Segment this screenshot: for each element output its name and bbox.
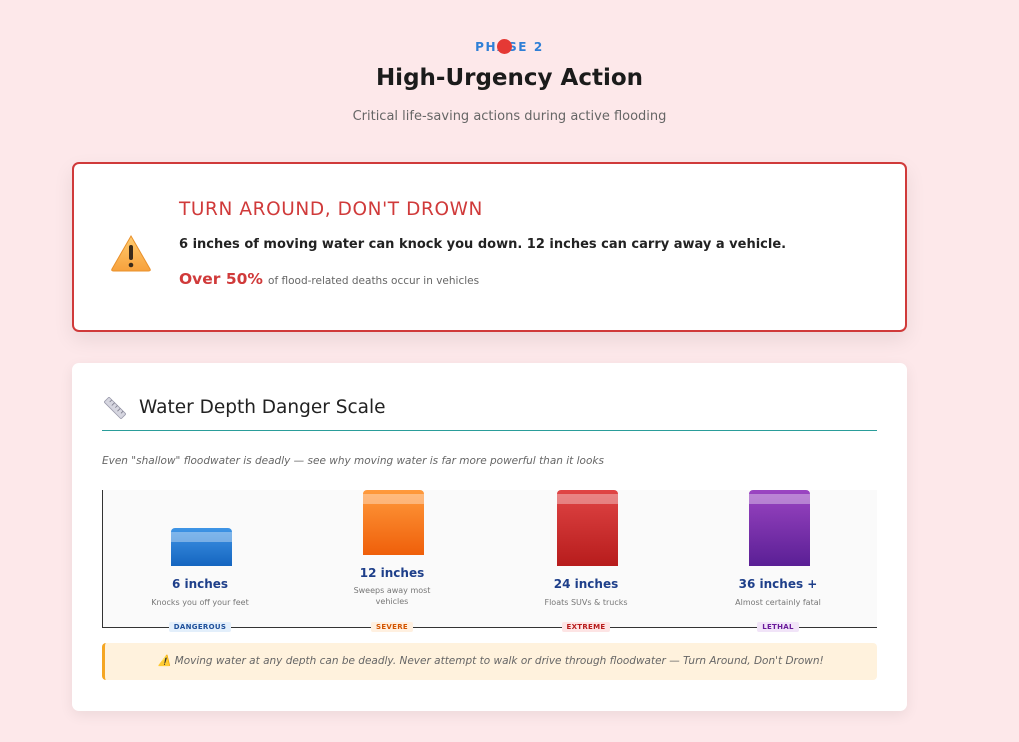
warning-statistic: Over 50% of flood-related deaths occur i…: [179, 269, 479, 288]
warning-icon: [111, 234, 151, 272]
depth-level-24-inches: 24 inches Floats SUVs & trucks EXTREME: [489, 490, 683, 632]
warning-title: TURN AROUND, DON'T DROWN: [179, 199, 483, 220]
warning-text: 6 inches of moving water can knock you d…: [179, 237, 787, 252]
page-subtitle: Critical life-saving actions during acti…: [352, 109, 667, 124]
depth-bar: [171, 528, 232, 566]
water-depth-scale-card: Water Depth Danger Scale Even "shallow" …: [72, 363, 907, 711]
safety-note: ⚠️ Moving water at any depth can be dead…: [102, 643, 877, 680]
depth-effect: Sweeps away most vehicles: [353, 586, 431, 606]
depth-effect: Almost certainly fatal: [735, 598, 821, 607]
turn-around-warning-card: TURN AROUND, DON'T DROWN 6 inches of mov…: [72, 162, 907, 332]
depth-bar: [557, 490, 618, 566]
depth-level-12-inches: 12 inches Sweeps away most vehicles SEVE…: [295, 490, 489, 632]
depth-effect: Knocks you off your feet: [151, 598, 249, 607]
depth-bar: [749, 490, 810, 566]
statistic-caption: of flood-related deaths occur in vehicle…: [268, 275, 480, 287]
depth-bar: [363, 490, 424, 555]
depth-chart: 6 inches Knocks you off your feet DANGER…: [102, 490, 877, 632]
danger-badge: SEVERE: [295, 614, 489, 633]
phase-label: PHASE 2: [475, 39, 544, 55]
page-title: High-Urgency Action: [375, 65, 644, 91]
depth-level-36-inches: 36 inches + Almost certainly fatal LETHA…: [681, 490, 875, 632]
scale-description: Even "shallow" floodwater is deadly — se…: [102, 455, 604, 467]
scale-title: Water Depth Danger Scale: [139, 397, 386, 418]
depth-label: 12 inches: [359, 566, 425, 580]
ruler-icon: [104, 397, 126, 419]
depth-level-6-inches: 6 inches Knocks you off your feet DANGER…: [103, 490, 297, 632]
page-header: PHASE 2 High-Urgency Action Critical lif…: [0, 36, 1019, 124]
depth-label: 6 inches: [171, 577, 229, 591]
danger-badge: DANGEROUS: [103, 614, 297, 633]
statistic-value: Over 50%: [179, 270, 263, 288]
depth-label: 36 inches +: [738, 577, 818, 591]
title-divider: [102, 430, 877, 431]
depth-label: 24 inches: [553, 577, 619, 591]
danger-badge: LETHAL: [681, 614, 875, 633]
danger-badge: EXTREME: [489, 614, 683, 633]
depth-effect: Floats SUVs & trucks: [544, 598, 628, 607]
